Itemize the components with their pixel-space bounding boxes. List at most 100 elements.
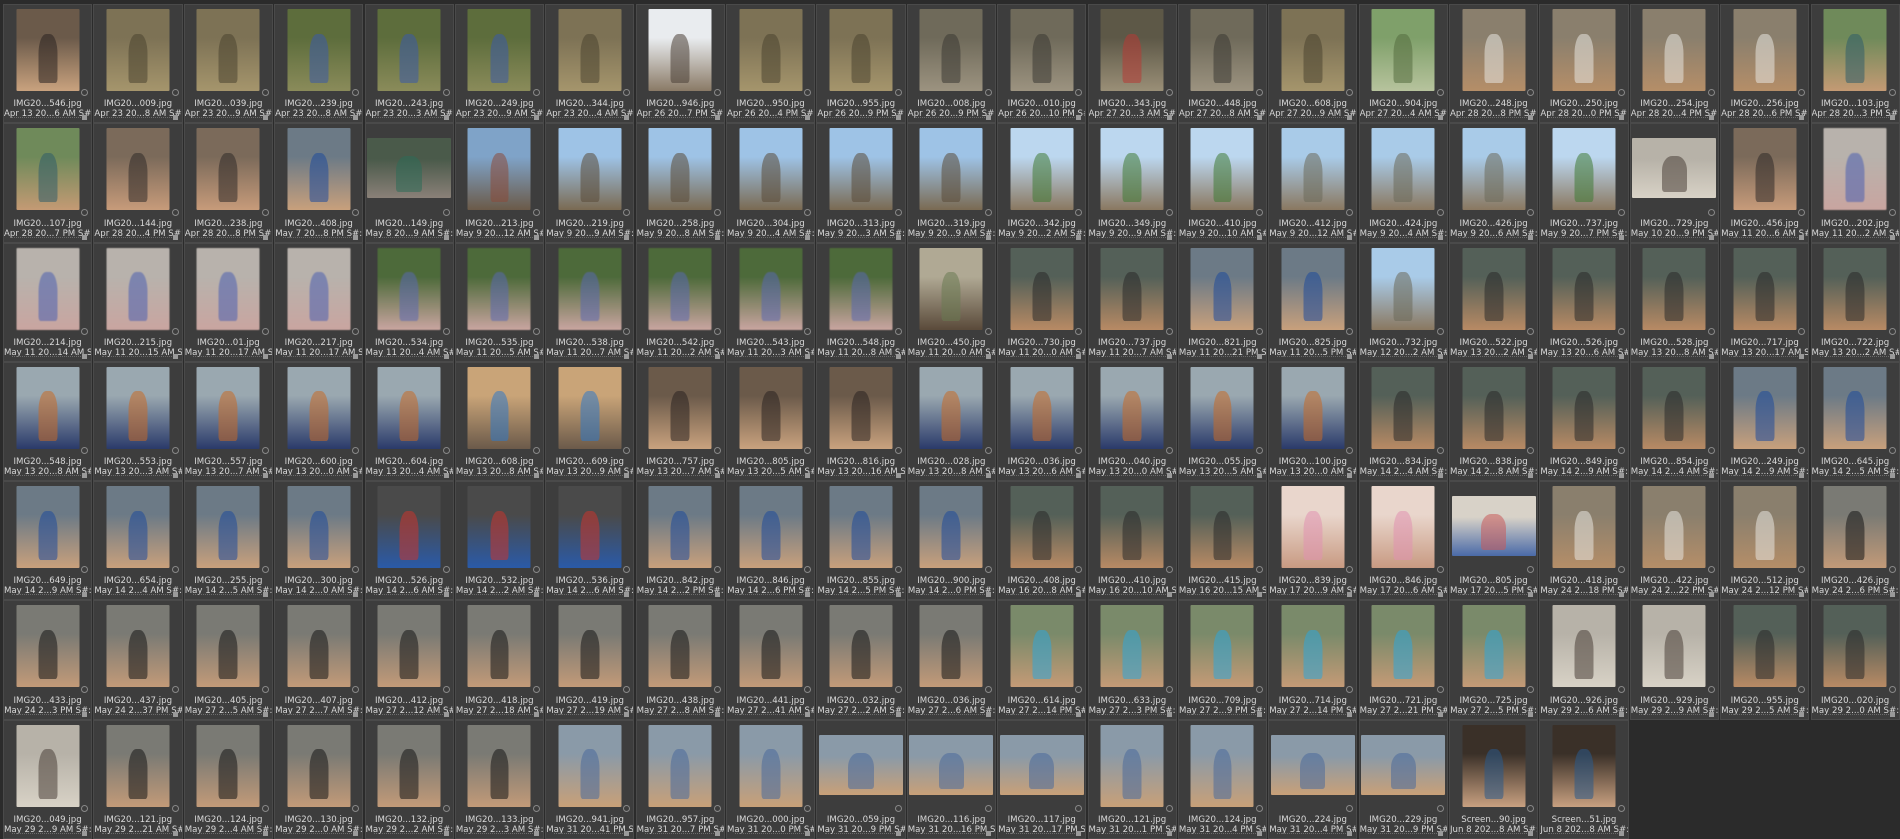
- checkbox-icon[interactable]: [443, 831, 449, 837]
- thumbnail-cell[interactable]: IMG20...722.jpg May 13 20...2 AM S#:: [1810, 242, 1900, 362]
- rating-circle-icon[interactable]: [894, 447, 902, 455]
- photo-thumbnail[interactable]: [1100, 128, 1164, 211]
- checkbox-icon[interactable]: [985, 353, 991, 359]
- thumbnail-cell[interactable]: IMG20...600.jpg May 13 20...0 AM S#:: [274, 361, 364, 482]
- thumbnail-cell[interactable]: IMG20...117.jpg May 31 20...17 PM S#:: [997, 719, 1087, 839]
- thumbnail-cell[interactable]: IMG20...116.jpg May 31 20...16 PM S#:: [906, 719, 996, 839]
- thumbnail-cell[interactable]: IMG20...604.jpg May 13 20...4 AM S#:: [364, 361, 454, 482]
- thumbnail-cell[interactable]: IMG20...441.jpg May 27 2...41 AM S#:: [726, 600, 816, 720]
- photo-thumbnail[interactable]: [287, 486, 351, 569]
- checkbox-icon[interactable]: [1076, 234, 1082, 240]
- checkbox-icon[interactable]: [624, 831, 630, 837]
- checkbox-icon[interactable]: [1618, 831, 1624, 837]
- thumbnail-cell[interactable]: IMG20...300.jpg May 14 2...0 AM S#:: [274, 481, 364, 601]
- thumbnail-cell[interactable]: IMG20...121.jpg May 31 20...1 PM S#:: [1087, 719, 1177, 839]
- checkbox-icon[interactable]: [1437, 115, 1443, 121]
- checkbox-icon[interactable]: [1166, 234, 1172, 240]
- checkbox-icon[interactable]: [1528, 592, 1534, 598]
- checkbox-icon[interactable]: [1618, 115, 1624, 121]
- photo-thumbnail[interactable]: [1642, 9, 1706, 91]
- photo-thumbnail[interactable]: [558, 486, 622, 569]
- checkbox-icon[interactable]: [805, 831, 811, 837]
- checkbox-icon[interactable]: [985, 711, 991, 717]
- checkbox-icon[interactable]: [624, 234, 630, 240]
- thumbnail-cell[interactable]: IMG20...055.jpg May 13 20...5 AM S#:: [1177, 361, 1268, 482]
- photo-thumbnail[interactable]: [558, 724, 622, 807]
- checkbox-icon[interactable]: [1437, 711, 1443, 717]
- checkbox-icon[interactable]: [714, 473, 720, 479]
- checkbox-icon[interactable]: [1618, 353, 1624, 359]
- thumbnail-cell[interactable]: IMG20...229.jpg May 31 20...9 PM S#:: [1358, 719, 1448, 839]
- thumbnail-cell[interactable]: IMG20...548.jpg May 11 20...8 AM S#:: [816, 242, 906, 362]
- thumbnail-cell[interactable]: IMG20...224.jpg May 31 20...4 PM S#:: [1268, 719, 1358, 839]
- photo-thumbnail[interactable]: [1371, 128, 1435, 211]
- rating-circle-icon[interactable]: [533, 447, 541, 455]
- rating-circle-icon[interactable]: [1888, 327, 1896, 335]
- checkbox-icon[interactable]: [82, 831, 88, 837]
- rating-circle-icon[interactable]: [1707, 327, 1715, 335]
- thumbnail-cell[interactable]: IMG20...343.jpg Apr 27 20...3 AM S#:: [1087, 4, 1177, 124]
- photo-thumbnail[interactable]: [377, 247, 441, 330]
- checkbox-icon[interactable]: [172, 831, 178, 837]
- thumbnail-cell[interactable]: IMG20...040.jpg May 13 20...0 AM S#:: [1087, 361, 1177, 482]
- checkbox-icon[interactable]: [1708, 115, 1714, 121]
- checkbox-icon[interactable]: [1257, 592, 1263, 598]
- photo-thumbnail[interactable]: [467, 9, 531, 91]
- checkbox-icon[interactable]: [1347, 473, 1353, 479]
- checkbox-icon[interactable]: [1347, 234, 1353, 240]
- thumbnail-cell[interactable]: IMG20...546.jpg Apr 13 20...6 AM S#:: [3, 4, 93, 124]
- thumbnail-cell[interactable]: IMG20...217.jpgMay 11 20...17 AM S#:: [274, 242, 364, 362]
- photo-thumbnail[interactable]: [1281, 366, 1345, 449]
- checkbox-icon[interactable]: [1257, 473, 1263, 479]
- rating-circle-icon[interactable]: [1798, 327, 1806, 335]
- rating-circle-icon[interactable]: [1798, 89, 1806, 97]
- checkbox-icon[interactable]: [1799, 353, 1805, 359]
- photo-thumbnail[interactable]: [1462, 366, 1526, 449]
- photo-thumbnail[interactable]: [919, 9, 983, 91]
- photo-thumbnail[interactable]: [1823, 9, 1887, 91]
- rating-circle-icon[interactable]: [81, 327, 89, 335]
- checkbox-icon[interactable]: [624, 711, 630, 717]
- thumbnail-cell[interactable]: IMG20...725.jpg May 27 2...5 PM S#:: [1449, 600, 1539, 720]
- photo-thumbnail[interactable]: [377, 486, 441, 569]
- thumbnail-cell[interactable]: IMG20...846.jpg May 17 20...6 AM S#:: [1358, 481, 1448, 601]
- checkbox-icon[interactable]: [443, 711, 449, 717]
- thumbnail-cell[interactable]: IMG20...709.jpg May 27 2...9 PM S#:: [1177, 600, 1268, 720]
- photo-thumbnail[interactable]: [739, 486, 803, 569]
- thumbnail-cell[interactable]: IMG20...304.jpg May 9 20...4 AM S#:: [726, 123, 816, 243]
- photo-thumbnail[interactable]: [739, 247, 803, 330]
- rating-circle-icon[interactable]: [1527, 447, 1535, 455]
- photo-thumbnail[interactable]: [1823, 605, 1887, 688]
- photo-thumbnail[interactable]: [648, 605, 712, 688]
- photo-thumbnail[interactable]: [1281, 605, 1345, 688]
- photo-thumbnail[interactable]: [1010, 605, 1074, 688]
- rating-circle-icon[interactable]: [1075, 208, 1083, 216]
- thumbnail-cell[interactable]: IMG20...839.jpg May 17 20...9 AM S#:: [1268, 481, 1358, 601]
- rating-circle-icon[interactable]: [1075, 327, 1083, 335]
- thumbnail-cell[interactable]: IMG20...649.jpg May 14 2...9 AM S#:: [3, 481, 93, 601]
- thumbnail-cell[interactable]: IMG20...438.jpg May 27 2...8 AM S#:: [635, 600, 725, 720]
- thumbnail-cell[interactable]: IMG20...412.jpg May 9 20...12 AM S#:: [1268, 123, 1358, 243]
- photo-thumbnail[interactable]: [829, 128, 893, 211]
- rating-circle-icon[interactable]: [1436, 327, 1444, 335]
- photo-thumbnail[interactable]: [287, 128, 351, 211]
- thumbnail-cell[interactable]: IMG20...846.jpg May 14 2...6 PM S#:: [726, 481, 816, 601]
- checkbox-icon[interactable]: [805, 115, 811, 121]
- thumbnail-cell[interactable]: IMG20...757.jpg May 13 20...7 AM S#:: [635, 361, 725, 482]
- checkbox-icon[interactable]: [443, 473, 449, 479]
- photo-thumbnail[interactable]: [739, 724, 803, 807]
- photo-thumbnail[interactable]: [1823, 486, 1887, 569]
- rating-circle-icon[interactable]: [1346, 805, 1354, 813]
- photo-thumbnail[interactable]: [648, 486, 712, 569]
- thumbnail-cell[interactable]: IMG20...526.jpg May 14 2...6 AM S#:: [364, 481, 454, 601]
- photo-thumbnail[interactable]: [1462, 9, 1526, 91]
- checkbox-icon[interactable]: [262, 831, 268, 837]
- checkbox-icon[interactable]: [1889, 473, 1895, 479]
- rating-circle-icon[interactable]: [171, 208, 179, 216]
- rating-circle-icon[interactable]: [1256, 208, 1264, 216]
- thumbnail-cell[interactable]: IMG20...405.jpg May 27 2...5 AM S#:: [183, 600, 273, 720]
- photo-thumbnail[interactable]: [1010, 486, 1074, 569]
- thumbnail-cell[interactable]: IMG20...239.jpg Apr 23 20...8 AM S#:: [274, 4, 364, 124]
- rating-circle-icon[interactable]: [713, 805, 721, 813]
- photo-thumbnail[interactable]: [1100, 9, 1164, 91]
